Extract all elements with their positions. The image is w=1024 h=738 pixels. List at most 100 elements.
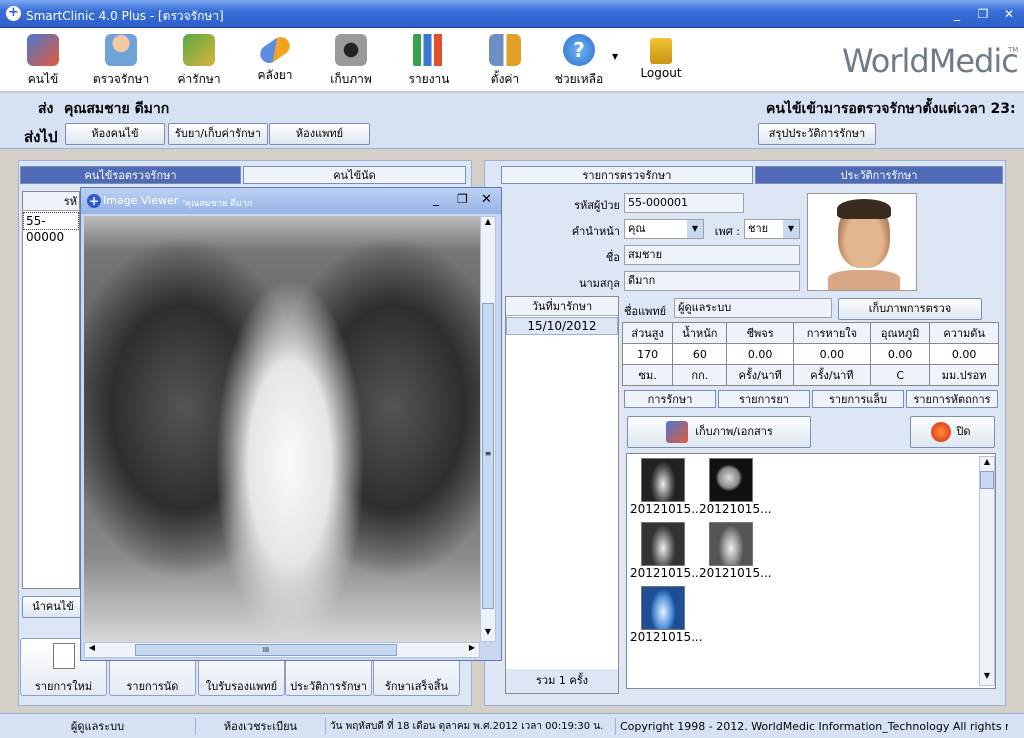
chest-xray-image[interactable] <box>84 216 480 642</box>
button-label: ประวัติการรักษา <box>290 680 367 693</box>
tab-waiting-patients[interactable]: คนไข้รอตรวจรักษา <box>20 166 241 184</box>
prefix-select[interactable]: คุณ ▼ <box>624 219 704 239</box>
toolbar-pharmacy-button[interactable]: คลังยา <box>242 30 308 90</box>
thumbnail-label: 20121015... <box>699 502 772 516</box>
document-icon <box>52 643 75 669</box>
scroll-up-icon[interactable]: ▲ <box>980 457 994 471</box>
doctor-room-button[interactable]: ห้องแพทย์ <box>269 123 370 145</box>
thumbnail-label: 20121015... <box>630 502 703 516</box>
vitals-header: ชีพจร <box>726 322 794 344</box>
title-bar: + SmartClinic 4.0 Plus - [ตรวจรักษา] _ ❐… <box>0 0 1024 28</box>
vitals-unit: ครั้ง/นาที <box>726 364 794 386</box>
visit-date-header: วันที่มารักษา <box>506 297 618 316</box>
vitals-value[interactable]: 0.00 <box>869 343 931 365</box>
list-column-header: รหั <box>23 192 79 211</box>
image-viewer-titlebar[interactable]: + Image Viewer - คุณสมชาย ดีมาก _ ❐ ✕ <box>81 188 501 214</box>
toolbar-help-button[interactable]: ? ช่วยเหลือ <box>546 30 612 90</box>
scroll-down-icon[interactable]: ▼ <box>481 627 495 641</box>
toolbar-label: รายงาน <box>408 72 450 86</box>
tools-icon <box>489 34 521 66</box>
restore-button[interactable]: ❐ <box>972 5 994 23</box>
vitals-header: อุณหภูมิ <box>869 322 931 344</box>
tab-medicine[interactable]: รายการยา <box>718 390 810 408</box>
visit-date-list: วันที่มารักษา 15/10/2012 รวม 1 ครั้ง <box>505 296 619 694</box>
tab-appointment-patients[interactable]: คนไข้นัด <box>243 166 466 184</box>
skull-xray-thumbnail[interactable] <box>709 458 753 502</box>
vitals-unit: C <box>869 364 931 386</box>
image-viewer-window[interactable]: + Image Viewer - คุณสมชาย ดีมาก _ ❐ ✕ ▲ … <box>80 187 502 661</box>
toolbar-logout-button[interactable]: Logout <box>628 30 694 90</box>
xray-thumbnail-selected[interactable] <box>641 586 685 630</box>
scroll-thumb[interactable] <box>980 471 994 489</box>
window-title: SmartClinic 4.0 Plus - [ตรวจรักษา] <box>26 9 224 23</box>
sex-label: เพศ : <box>714 225 740 238</box>
viewer-vertical-scrollbar[interactable]: ▲ ≡ ▼ <box>480 216 496 642</box>
sex-select[interactable]: ชาย ▼ <box>744 219 800 239</box>
treatment-summary-button[interactable]: สรุปประวัติการรักษา <box>758 123 876 145</box>
help-dropdown-arrow[interactable]: ▼ <box>612 52 618 61</box>
image-gallery: 20121015... 20121015... 20121015... 2012… <box>626 453 996 689</box>
patient-id-field: 55-000001 <box>624 193 744 213</box>
toolbar-capture-button[interactable]: เก็บภาพ <box>318 30 384 90</box>
pharmacy-billing-button[interactable]: รับยา/เก็บค่ารักษา <box>168 123 268 145</box>
tab-lab[interactable]: รายการแล็บ <box>812 390 904 408</box>
images-documents-button[interactable]: เก็บภาพ/เอกสาร <box>627 416 811 448</box>
waiting-list: รหั 55-00000 <box>22 191 80 589</box>
status-room: ห้องเวชระเบียน <box>196 718 326 735</box>
toolbar-settings-button[interactable]: ตั้งค่า <box>472 30 538 90</box>
maximize-button[interactable]: ❐ <box>457 192 468 206</box>
grip-icon: III <box>262 646 270 654</box>
patient-hair <box>837 199 891 219</box>
tab-procedure[interactable]: รายการหัตถการ <box>906 390 998 408</box>
send-to-bar: ส่งไป ห้องคนไข้ รับยา/เก็บค่ารักษา ห้องแ… <box>0 121 1024 149</box>
scroll-down-icon[interactable]: ▼ <box>980 671 994 685</box>
toolbar-patient-button[interactable]: คนไข้ <box>10 30 76 90</box>
xray-thumbnail[interactable] <box>641 522 685 566</box>
gallery-scrollbar[interactable]: ▲ ▼ <box>979 456 995 686</box>
minimize-button[interactable]: _ <box>946 5 968 23</box>
main-toolbar: คนไข้ ตรวจรักษา ค่ารักษา คลังยา เก็บภาพ … <box>0 28 1024 92</box>
viewer-title: Image Viewer - <box>103 194 186 207</box>
xray-thumbnail[interactable] <box>709 522 753 566</box>
tab-treatment-items[interactable]: รายการตรวจรักษา <box>501 166 753 184</box>
status-datetime: วัน พฤหัสบดี ที่ 18 เดือน ตุลาคม พ.ศ.201… <box>326 718 616 735</box>
scroll-right-icon[interactable]: ▶ <box>465 643 479 657</box>
minimize-button[interactable]: _ <box>433 192 439 206</box>
thumbnail-label: 20121015... <box>630 566 703 580</box>
bring-patient-button[interactable]: นำคนไข้ <box>22 596 84 618</box>
toolbar-label: คลังยา <box>257 68 293 82</box>
scroll-left-icon[interactable]: ◀ <box>85 643 99 657</box>
close-panel-button[interactable]: ปิด <box>910 416 995 448</box>
lock-icon <box>650 38 672 64</box>
toolbar-examine-button[interactable]: ตรวจรักษา <box>88 30 154 90</box>
tab-treatment-history[interactable]: ประวัติการรักษา <box>755 166 1003 184</box>
tab-treatment[interactable]: การรักษา <box>624 390 716 408</box>
toolbar-report-button[interactable]: รายงาน <box>396 30 462 90</box>
vitals-value[interactable]: 0.00 <box>792 343 871 365</box>
scroll-up-icon[interactable]: ▲ <box>481 217 495 231</box>
image-doc-icon <box>666 421 688 443</box>
toolbar-billing-button[interactable]: ค่ารักษา <box>166 30 232 90</box>
send-to-label: ส่งไป <box>24 128 58 146</box>
capture-exam-button[interactable]: เก็บภาพการตรวจ <box>838 298 982 320</box>
close-button[interactable]: ✕ <box>998 5 1020 23</box>
scroll-thumb[interactable]: ≡ <box>482 303 494 609</box>
viewer-horizontal-scrollbar[interactable]: ◀ III ▶ <box>84 642 480 658</box>
scroll-thumb[interactable]: III <box>135 644 397 656</box>
vitals-value[interactable]: 0.00 <box>929 343 999 365</box>
pill-icon <box>256 33 294 67</box>
vitals-value[interactable]: 170 <box>621 343 674 365</box>
prefix-label: คำนำหน้า <box>571 225 620 238</box>
toolbar-label: ตั้งค่า <box>490 72 520 86</box>
close-button[interactable]: ✕ <box>481 192 492 207</box>
patient-room-button[interactable]: ห้องคนไข้ <box>65 123 165 145</box>
doctor-icon <box>105 34 137 66</box>
xray-thumbnail[interactable] <box>641 458 685 502</box>
doctor-field: ผู้ดูแลระบบ <box>674 298 832 318</box>
list-item[interactable]: 55-00000 <box>23 212 79 244</box>
vitals-value[interactable]: 0.00 <box>726 343 794 365</box>
vitals-value[interactable]: 60 <box>672 343 728 365</box>
visit-date-item[interactable]: 15/10/2012 <box>506 317 618 335</box>
vitals-header: ส่วนสูง <box>621 322 674 344</box>
vitals-header: การหายใจ <box>792 322 871 344</box>
